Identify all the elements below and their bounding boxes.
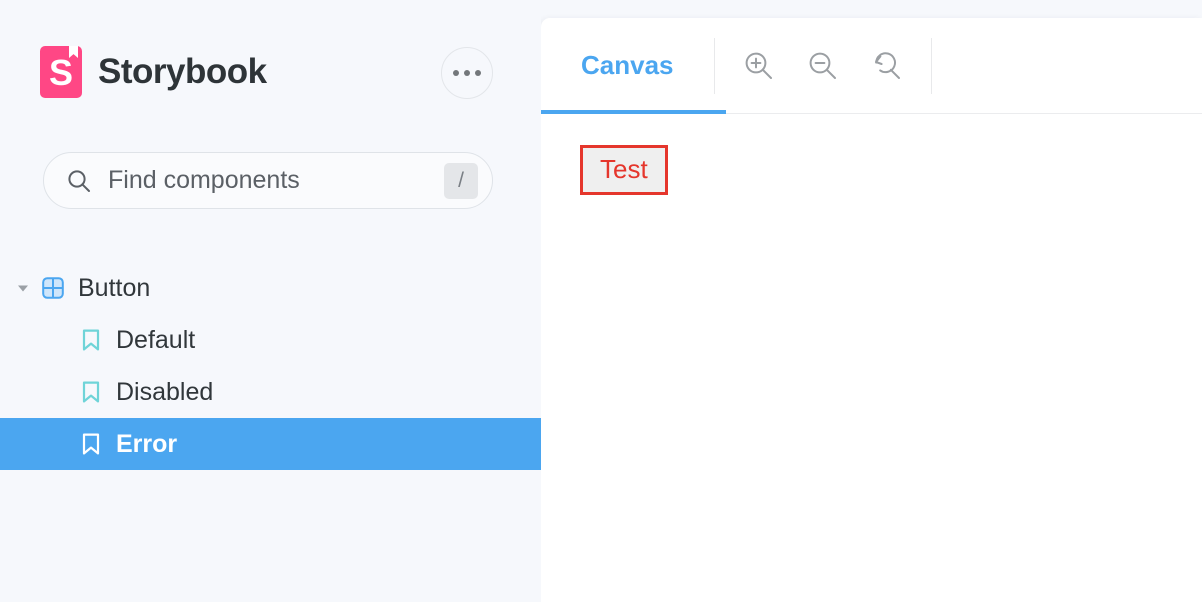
search-box[interactable]: /	[43, 152, 493, 209]
bookmark-icon	[78, 432, 104, 456]
zoom-out-button[interactable]	[801, 44, 845, 88]
sidebar-menu-button[interactable]	[441, 47, 493, 99]
storybook-logo-flag-icon	[69, 46, 78, 58]
tree-item-disabled[interactable]: Disabled	[0, 366, 541, 418]
zoom-controls	[715, 44, 931, 88]
canvas-toolbar: Canvas	[541, 18, 1202, 114]
sidebar: S Storybook / B	[0, 0, 541, 602]
brand-title: Storybook	[98, 52, 267, 91]
chevron-down-icon[interactable]	[14, 279, 32, 297]
tree-item-label: Default	[116, 325, 196, 354]
tree-item-error[interactable]: Error	[0, 418, 541, 470]
zoom-in-button[interactable]	[737, 44, 781, 88]
search-icon	[68, 169, 90, 192]
zoom-out-icon	[809, 52, 836, 79]
zoom-reset-button[interactable]	[865, 44, 909, 88]
tab-canvas[interactable]: Canvas	[541, 18, 714, 113]
ellipsis-icon	[464, 70, 470, 76]
zoom-reset-icon	[874, 51, 900, 79]
sidebar-brand[interactable]: S Storybook	[40, 46, 267, 98]
bookmark-icon	[78, 328, 104, 352]
tree-item-label: Button	[78, 273, 151, 302]
zoom-in-icon	[745, 52, 772, 79]
component-grid-icon	[40, 276, 66, 300]
tree-item-button[interactable]: Button	[0, 262, 541, 314]
toolbar-divider	[930, 37, 932, 94]
search-shortcut-badge: /	[444, 162, 478, 199]
tree-item-default[interactable]: Default	[0, 314, 541, 366]
story-test-button[interactable]: Test	[580, 145, 668, 195]
tree-item-label: Error	[116, 429, 178, 458]
search-input[interactable]	[92, 165, 444, 196]
story-canvas: Test	[541, 114, 1202, 602]
storybook-logo-letter: S	[48, 52, 73, 93]
ellipsis-icon	[453, 70, 459, 76]
tree-item-label: Disabled	[116, 377, 214, 406]
component-tree: Button Default Disabled Error	[0, 262, 541, 470]
ellipsis-icon	[475, 70, 481, 76]
storybook-logo-icon: S	[40, 46, 82, 98]
bookmark-icon	[78, 380, 104, 404]
main-panel: Canvas Test	[541, 18, 1202, 602]
